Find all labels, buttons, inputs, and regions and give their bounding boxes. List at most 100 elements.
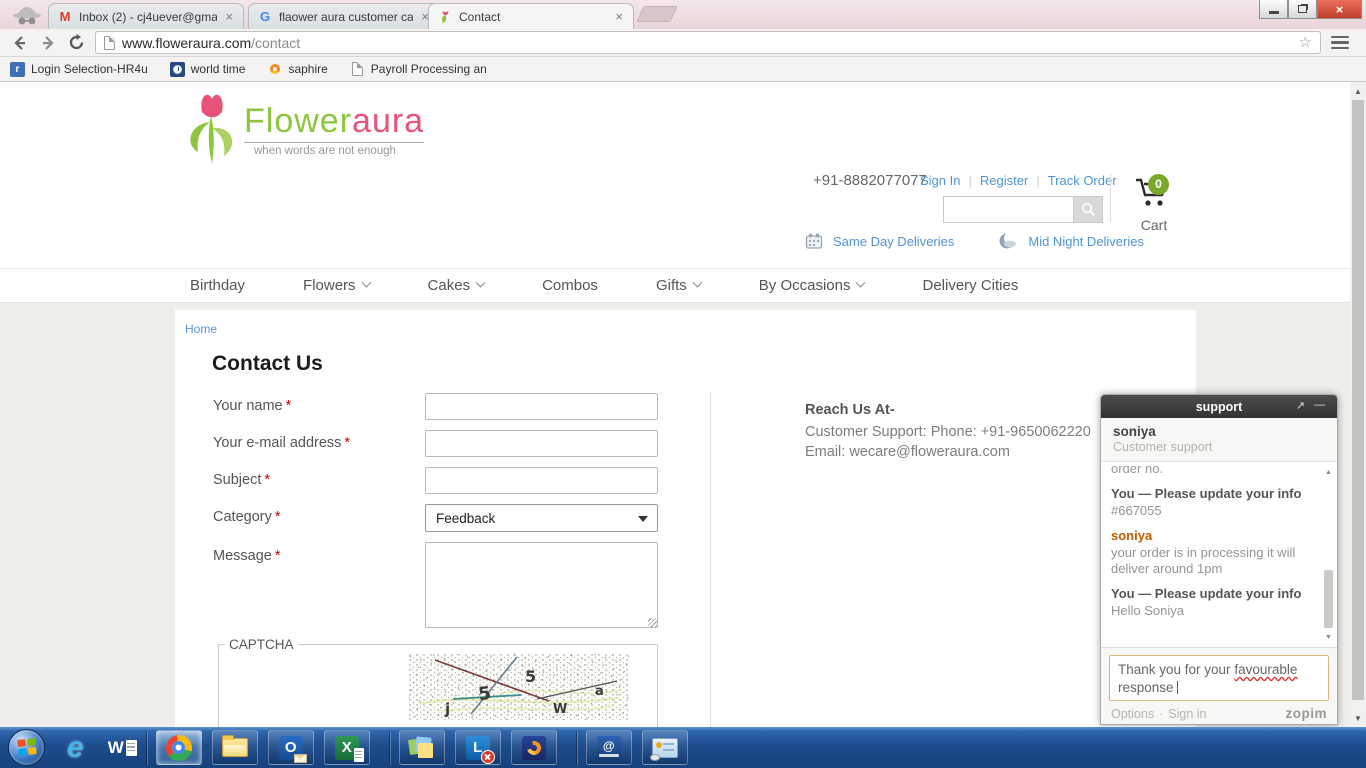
cart-count-badge: 0 — [1148, 174, 1169, 195]
taskbar-orange-app-button[interactable] — [511, 730, 557, 765]
logo-tagline: when words are not enough — [244, 142, 424, 157]
window-restore-button[interactable] — [1288, 0, 1317, 19]
message-textarea[interactable] — [425, 542, 658, 628]
reload-icon[interactable] — [68, 34, 85, 51]
incognito-icon — [10, 3, 44, 27]
nav-combos[interactable]: Combos — [542, 277, 598, 294]
svg-text:j: j — [444, 700, 450, 718]
tab-google-search[interactable]: G flaower aura customer ca × — [248, 3, 440, 29]
name-input[interactable] — [425, 393, 658, 420]
textarea-resize-grip[interactable] — [648, 618, 657, 627]
chat-header[interactable]: support ↗ — — [1101, 395, 1337, 418]
search-button[interactable] — [1073, 196, 1103, 223]
logo-wordmark: Floweraura — [244, 102, 424, 141]
chat-minimize-icon[interactable]: — — [1314, 399, 1325, 411]
tab-title: Contact — [459, 10, 607, 24]
category-select[interactable]: Feedback — [425, 504, 658, 532]
message-label: Message* — [213, 548, 281, 564]
chrome-icon — [166, 735, 192, 761]
chat-scroll-down-icon[interactable]: ▼ — [1321, 629, 1336, 645]
chat-options-link[interactable]: Options — [1111, 707, 1154, 721]
address-bar[interactable]: www.floweraura.com /contact ☆ — [95, 31, 1321, 54]
forward-icon[interactable] — [40, 35, 56, 51]
message-body: Hello Soniya — [1111, 603, 1315, 619]
chat-message: soniya your order is in processing it wi… — [1111, 528, 1315, 577]
chevron-down-icon — [692, 278, 702, 288]
back-icon[interactable] — [12, 35, 28, 51]
tab-title: Inbox (2) - cj4uever@gma — [79, 10, 217, 24]
window-minimize-button[interactable] — [1259, 0, 1288, 19]
url-path: /contact — [251, 35, 300, 51]
chat-scrollbar-thumb[interactable] — [1324, 570, 1333, 628]
subject-input[interactable] — [425, 467, 658, 494]
scroll-down-icon[interactable]: ▼ — [1350, 710, 1366, 726]
taskbar-lync-button[interactable]: L — [455, 730, 501, 765]
tab-close-icon[interactable]: × — [613, 9, 625, 24]
nav-cakes[interactable]: Cakes — [428, 277, 485, 294]
taskbar-explorer-button[interactable] — [212, 730, 258, 765]
svg-text:W: W — [553, 702, 567, 717]
window-close-button[interactable]: × — [1317, 0, 1362, 19]
nav-gifts[interactable]: Gifts — [656, 277, 701, 294]
taskbar-divider — [146, 731, 147, 765]
reach-email-line: Email: wecare@floweraura.com — [805, 442, 1091, 462]
email-input[interactable] — [425, 430, 658, 457]
captcha-legend: CAPTCHA — [225, 637, 298, 652]
main-navigation: Birthday Flowers Cakes Combos Gifts By O… — [0, 268, 1366, 303]
taskbar-ie-icon[interactable]: e — [67, 731, 84, 765]
tab-contact[interactable]: Contact × — [428, 3, 634, 29]
taskbar-control-panel-button[interactable] — [642, 730, 688, 765]
window-controls: × — [1259, 0, 1362, 19]
page-scrollbar[interactable]: ▲ ▼ — [1350, 82, 1366, 727]
cart-widget[interactable]: 0 Cart — [1126, 170, 1182, 233]
midnight-deliveries-link[interactable]: Mid Night Deliveries — [1028, 234, 1144, 249]
new-tab-button[interactable] — [636, 6, 677, 22]
taskbar-email-client-button[interactable]: @ — [586, 730, 632, 765]
taskbar-chrome-button[interactable] — [156, 730, 202, 765]
hr4u-icon: r — [10, 62, 25, 77]
category-selected-value: Feedback — [436, 511, 495, 526]
bookmark-saphire[interactable]: saphire — [267, 62, 327, 77]
scrollbar-thumb[interactable] — [1352, 100, 1364, 700]
chat-scroll-up-icon[interactable]: ▲ — [1321, 464, 1336, 480]
track-order-link[interactable]: Track Order — [1048, 173, 1117, 188]
sign-in-link[interactable]: Sign In — [920, 173, 960, 188]
reach-us-block: Reach Us At- Customer Support: Phone: +9… — [805, 400, 1091, 462]
cart-label: Cart — [1126, 217, 1182, 233]
message-heading: soniya — [1111, 528, 1315, 544]
bookmark-world-time[interactable]: world time — [170, 62, 246, 77]
bookmark-login-selection[interactable]: r Login Selection-HR4u — [10, 62, 148, 77]
chrome-menu-icon[interactable] — [1331, 36, 1349, 50]
account-links: Sign In | Register | Track Order — [920, 173, 1117, 188]
tab-gmail[interactable]: M Inbox (2) - cj4uever@gma × — [48, 3, 244, 29]
register-link[interactable]: Register — [980, 173, 1028, 188]
nav-birthday[interactable]: Birthday — [190, 277, 245, 294]
text-caret — [1177, 681, 1178, 694]
nav-delivery-cities[interactable]: Delivery Cities — [922, 277, 1018, 294]
svg-text:5: 5 — [525, 667, 536, 686]
flower-logo-icon — [178, 88, 240, 168]
taskbar-excel-button[interactable]: X — [324, 730, 370, 765]
chat-signin-link[interactable]: Sign in — [1168, 707, 1206, 721]
chat-popout-icon[interactable]: ↗ — [1296, 399, 1305, 412]
tab-close-icon[interactable]: × — [223, 9, 235, 24]
taskbar-outlook-button[interactable]: O — [268, 730, 314, 765]
bookmark-star-icon[interactable]: ☆ — [1299, 35, 1312, 50]
midnight-moon-icon — [998, 232, 1018, 250]
screen: M Inbox (2) - cj4uever@gma × G flaower a… — [0, 0, 1366, 768]
same-day-deliveries-link[interactable]: Same Day Deliveries — [833, 234, 954, 249]
excel-icon: X — [335, 736, 359, 760]
taskbar-word-icon[interactable]: W — [108, 738, 137, 758]
nav-by-occasions[interactable]: By Occasions — [759, 277, 865, 294]
message-body: #667055 — [1111, 503, 1315, 519]
taskbar-sticky-notes-button[interactable] — [399, 730, 445, 765]
start-button[interactable] — [8, 729, 45, 766]
chat-message-input[interactable]: Thank you for your favourable response — [1109, 655, 1329, 701]
chat-scrollbar[interactable]: ▲ ▼ — [1321, 462, 1336, 647]
breadcrumb[interactable]: Home — [185, 322, 217, 336]
search-input[interactable] — [943, 196, 1073, 223]
scroll-up-icon[interactable]: ▲ — [1350, 83, 1366, 99]
nav-flowers[interactable]: Flowers — [303, 277, 370, 294]
bookmark-payroll[interactable]: Payroll Processing an — [350, 62, 487, 77]
floweraura-logo[interactable]: Floweraura when words are not enough — [178, 88, 424, 168]
